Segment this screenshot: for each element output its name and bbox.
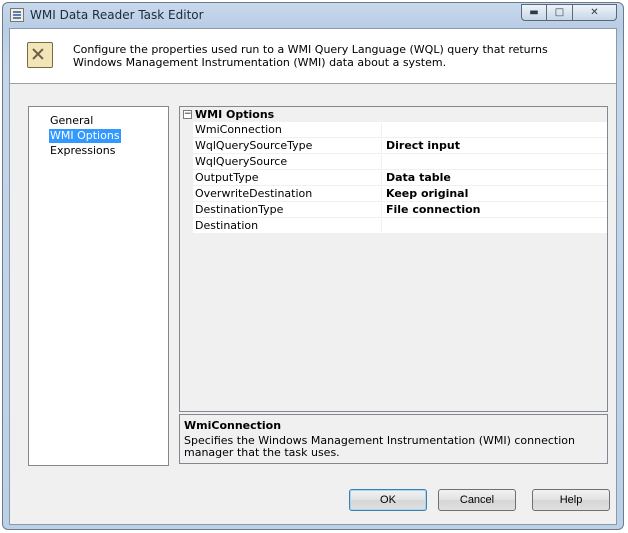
property-value[interactable]: Data table	[386, 171, 451, 185]
task-app-icon	[10, 8, 24, 22]
property-grid: − WMI Options WmiConnection WqlQuerySour…	[179, 106, 608, 412]
maximize-button[interactable]: □	[547, 4, 573, 21]
dialog-client-area: Configure the properties used run to a W…	[9, 28, 617, 525]
property-name: WqlQuerySource	[195, 155, 382, 169]
cancel-button[interactable]: Cancel	[438, 489, 516, 511]
property-name: DestinationType	[195, 203, 382, 217]
close-button[interactable]: ✕	[573, 4, 617, 21]
nav-item-general[interactable]: General	[49, 114, 94, 128]
title-bar[interactable]: WMI Data Reader Task Editor ▬ □ ✕	[3, 3, 623, 27]
collapse-icon[interactable]: −	[183, 110, 192, 119]
property-value[interactable]: Keep original	[386, 187, 468, 201]
maximize-icon: □	[554, 7, 565, 18]
close-icon: ✕	[590, 7, 599, 18]
property-row-wqlquerysource[interactable]: WqlQuerySource	[193, 154, 607, 170]
property-value[interactable]: Direct input	[386, 139, 460, 153]
nav-item-expressions[interactable]: Expressions	[49, 144, 116, 158]
category-label: WMI Options	[195, 108, 275, 121]
property-row-wqlquerysourcetype[interactable]: WqlQuerySourceType Direct input	[193, 138, 607, 154]
dialog-window: WMI Data Reader Task Editor ▬ □ ✕ Config…	[2, 2, 624, 530]
help-button[interactable]: Help	[532, 489, 610, 511]
property-row-outputtype[interactable]: OutputType Data table	[193, 170, 607, 186]
category-row-wmi-options[interactable]: − WMI Options	[180, 107, 607, 122]
task-wrench-icon	[27, 42, 53, 68]
caption-buttons: ▬ □ ✕	[521, 4, 617, 21]
description-title: WmiConnection	[184, 419, 282, 432]
page-navigation-list: General WMI Options Expressions	[28, 106, 169, 466]
property-row-wmiconnection[interactable]: WmiConnection	[193, 122, 607, 138]
property-value[interactable]: File connection	[386, 203, 480, 217]
ok-button[interactable]: OK	[349, 489, 427, 511]
nav-item-wmi-options[interactable]: WMI Options	[49, 129, 121, 143]
property-description-panel: WmiConnection Specifies the Windows Mana…	[179, 414, 608, 464]
property-name: OverwriteDestination	[195, 187, 382, 201]
property-name: Destination	[195, 219, 382, 233]
property-name: WmiConnection	[195, 123, 382, 137]
description-text: Specifies the Windows Management Instrum…	[184, 434, 575, 459]
dialog-header: Configure the properties used run to a W…	[10, 29, 616, 84]
property-row-destination[interactable]: Destination	[193, 218, 607, 234]
header-description: Configure the properties used run to a W…	[73, 43, 548, 69]
window-title: WMI Data Reader Task Editor	[30, 8, 204, 22]
minimize-button[interactable]: ▬	[521, 4, 547, 21]
property-name: OutputType	[195, 171, 382, 185]
minimize-icon: ▬	[529, 7, 539, 18]
property-name: WqlQuerySourceType	[195, 139, 382, 153]
property-row-overwritedestination[interactable]: OverwriteDestination Keep original	[193, 186, 607, 202]
property-row-destinationtype[interactable]: DestinationType File connection	[193, 202, 607, 218]
